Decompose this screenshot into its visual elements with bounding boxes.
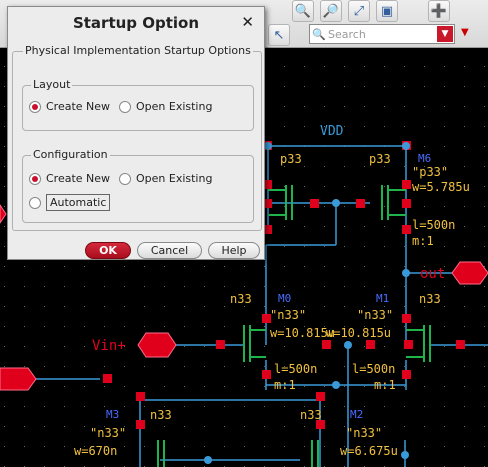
configuration-group: Configuration Create New Open Existing A… xyxy=(22,148,254,223)
layout-create-new-radio[interactable]: Create New xyxy=(29,100,110,113)
device-mult: m:1 xyxy=(274,378,296,392)
startup-option-dialog: Startup Option ✕ Physical Implementation… xyxy=(7,6,265,260)
radio-icon xyxy=(119,172,131,185)
radio-icon xyxy=(29,196,41,209)
layout-open-existing-radio[interactable]: Open Existing xyxy=(119,100,212,113)
device-model: "p33" xyxy=(412,165,449,179)
zoom-area-icon[interactable]: ▣ xyxy=(376,0,398,22)
search-input[interactable]: 🔍 Search ▼ xyxy=(309,24,455,44)
device-type-label: n33 xyxy=(300,408,322,422)
dialog-title: Startup Option xyxy=(72,14,200,32)
device-type-label: n33 xyxy=(419,292,441,306)
net-label-out: out xyxy=(420,266,446,282)
add-instance-icon[interactable]: ➕ xyxy=(428,0,450,22)
close-icon[interactable]: ✕ xyxy=(241,13,254,31)
layout-group-label: Layout xyxy=(31,78,73,91)
device-length: l=500n xyxy=(412,218,456,232)
device-width: w=670n xyxy=(74,444,118,458)
config-open-existing-radio[interactable]: Open Existing xyxy=(119,172,212,185)
instance-name: M2 xyxy=(350,408,364,421)
device-length: l=500n xyxy=(352,362,396,376)
cancel-button[interactable]: Cancel xyxy=(137,242,202,259)
radio-icon xyxy=(119,100,131,113)
net-label-vdd: VDD xyxy=(320,124,344,139)
config-automatic-radio[interactable]: Automatic xyxy=(29,194,111,211)
device-mult: m:1 xyxy=(412,234,434,248)
configuration-group-label: Configuration xyxy=(31,148,110,161)
device-type-label: p33 xyxy=(369,152,391,166)
search-icon: 🔍 xyxy=(312,27,326,41)
instance-name: M1 xyxy=(376,292,390,305)
startup-options-label: Physical Implementation Startup Options xyxy=(23,44,253,57)
zoom-in-icon[interactable]: 🔍 xyxy=(292,0,314,22)
radio-label: Open Existing xyxy=(136,172,213,185)
device-model: "n33" xyxy=(90,426,127,440)
radio-label: Open Existing xyxy=(136,100,213,113)
instance-name: M3 xyxy=(106,408,120,421)
device-width: w=5.785u xyxy=(412,180,470,194)
layout-group: Layout Create New Open Existing xyxy=(22,78,254,131)
device-width: w=6.675u xyxy=(340,444,398,458)
search-dropdown-icon[interactable]: ▼ xyxy=(437,26,453,42)
instance-name: M0 xyxy=(278,292,292,305)
toolbar-dropdown-icon[interactable]: ▼ xyxy=(461,27,469,38)
radio-label: Create New xyxy=(46,172,111,185)
help-button[interactable]: Help xyxy=(208,242,260,259)
device-model: "n33" xyxy=(357,308,394,322)
device-width: w=10.815u xyxy=(326,326,392,340)
radio-label: Automatic xyxy=(46,194,111,211)
radio-icon xyxy=(29,100,41,113)
instance-name: M6 xyxy=(418,152,432,165)
device-type-label: n33 xyxy=(230,292,252,306)
device-model: "n33" xyxy=(270,308,307,322)
device-model: "n33" xyxy=(346,426,383,440)
device-mult: m:1 xyxy=(374,378,396,392)
config-create-new-radio[interactable]: Create New xyxy=(29,172,110,185)
device-length: l=500n xyxy=(274,362,318,376)
device-type-label: n33 xyxy=(150,408,172,422)
net-label-vin-plus: Vin+ xyxy=(92,338,126,354)
radio-icon xyxy=(29,172,41,185)
ok-button[interactable]: OK xyxy=(85,242,131,259)
cursor-icon[interactable]: ↖ xyxy=(268,24,290,46)
zoom-fit-icon[interactable]: ⤢ xyxy=(348,0,370,22)
zoom-out-icon[interactable]: 🔎 xyxy=(320,0,342,22)
startup-options-group: Physical Implementation Startup Options … xyxy=(12,44,262,231)
radio-label: Create New xyxy=(46,100,111,113)
search-placeholder: Search xyxy=(328,27,366,41)
device-type-label: p33 xyxy=(280,152,302,166)
